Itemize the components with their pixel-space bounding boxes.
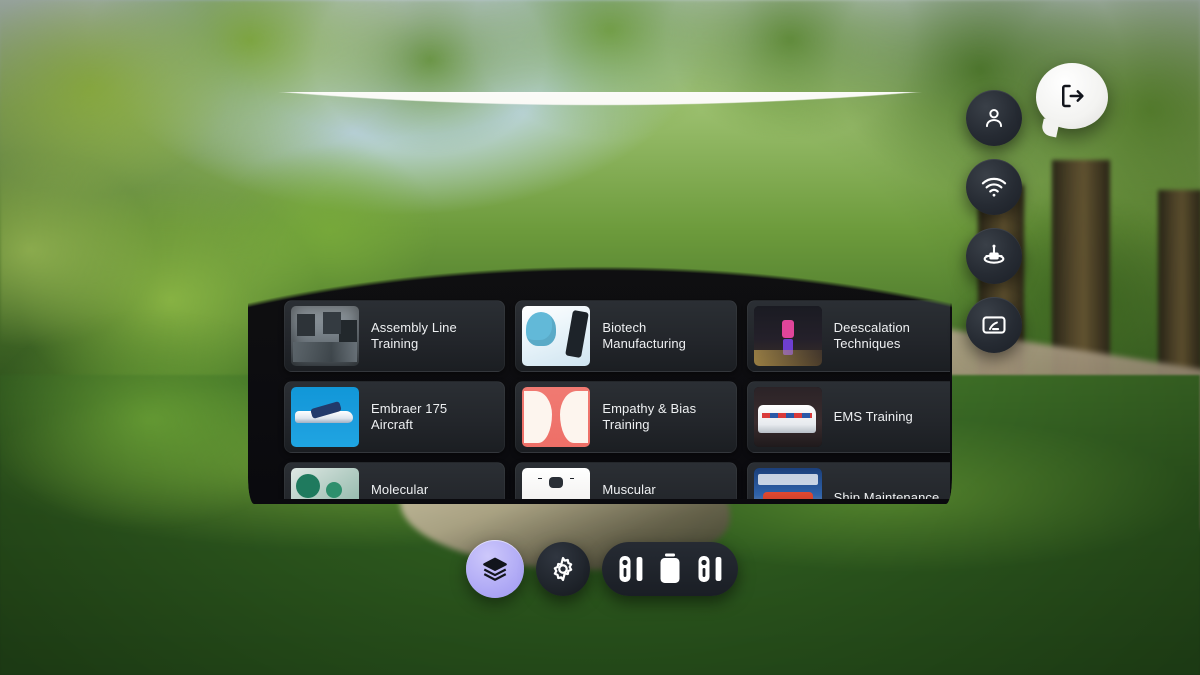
app-tile[interactable]: EMS Training bbox=[746, 381, 950, 453]
deescalation-techniques-thumbnail bbox=[753, 306, 822, 366]
header-actions: 4:48 pm bbox=[845, 122, 942, 144]
app-tile-label: MolecularVisualization bbox=[371, 482, 445, 499]
app-tile-label-line2: Training bbox=[371, 336, 419, 351]
app-tile-label-line1: EMS Training bbox=[833, 408, 913, 424]
app-tile-label-line1: Assembly Line bbox=[371, 319, 457, 335]
layers-button[interactable] bbox=[466, 540, 524, 598]
app-tile[interactable]: Biotech Manufacturing bbox=[515, 300, 737, 372]
bottom-dock bbox=[466, 540, 738, 598]
app-tile-label-line1: Muscular bbox=[602, 481, 656, 497]
xr-home-screen: Assembly Line Training Biotech Manufacturin… bbox=[0, 0, 1200, 675]
cast-icon bbox=[982, 316, 1006, 334]
right-controller-glyph bbox=[698, 556, 710, 582]
app-tile-label-line1: Empathy & Bias bbox=[602, 400, 697, 416]
wifi-icon bbox=[981, 177, 1007, 197]
left-controller-battery-icon bbox=[618, 554, 643, 584]
person-icon bbox=[985, 109, 1003, 128]
right-controller-battery-level bbox=[715, 557, 722, 581]
thumbnail-art bbox=[291, 306, 359, 366]
app-tile-label: Biotech Manufacturing bbox=[602, 320, 686, 352]
status-button-cast[interactable] bbox=[966, 297, 1022, 353]
clock: 4:48 pm bbox=[887, 125, 942, 141]
app-tile-label: Deescalation Techniques bbox=[834, 320, 910, 352]
left-controller-battery-level bbox=[636, 557, 643, 581]
embraer-175-thumbnail bbox=[291, 387, 359, 447]
page-title: Applications bbox=[553, 148, 647, 165]
app-tile[interactable]: Assembly Line Training bbox=[284, 300, 506, 372]
status-button-device[interactable] bbox=[966, 228, 1022, 284]
right-controller-battery-icon bbox=[697, 554, 722, 584]
app-tile-label-line2: Dystrophy Rehab bbox=[602, 498, 704, 499]
headset-glyph bbox=[660, 553, 680, 583]
molecular-visualization-thumbnail bbox=[291, 468, 359, 499]
search-icon[interactable] bbox=[845, 122, 867, 144]
app-tile-label-line2: Techniques bbox=[833, 336, 901, 351]
app-tile[interactable]: MolecularVisualization bbox=[284, 462, 506, 499]
app-tile[interactable]: Empathy & Bias Training bbox=[515, 381, 737, 453]
empathy-bias-thumbnail bbox=[522, 387, 591, 447]
headset-battery-icon bbox=[659, 553, 681, 585]
thumbnail-art bbox=[522, 468, 591, 499]
settings-button[interactable] bbox=[536, 542, 590, 596]
app-tile-label-line2: Manufacturing bbox=[602, 336, 687, 351]
gear-icon bbox=[553, 556, 573, 582]
app-tile-label-line1: Molecular bbox=[371, 481, 429, 497]
assembly-line-thumbnail bbox=[291, 306, 359, 366]
app-tile-label: Empathy & Bias Training bbox=[602, 401, 696, 433]
brand: Your XR Company bbox=[257, 105, 441, 145]
ems-training-thumbnail bbox=[753, 387, 822, 447]
app-tile[interactable]: Deescalation Techniques bbox=[746, 300, 950, 372]
applications-panel: Assembly Line Training Biotech Manufacturin… bbox=[240, 92, 960, 512]
app-tile[interactable]: MuscularDystrophy Rehab bbox=[515, 462, 737, 499]
panel-header: Your XR Company Applications 4:48 pm bbox=[240, 92, 960, 176]
layers-icon bbox=[483, 557, 507, 581]
status-button-column bbox=[966, 90, 1022, 353]
app-tile-label: MuscularDystrophy Rehab bbox=[602, 482, 704, 499]
app-grid: Assembly Line Training Biotech Manufacturin… bbox=[284, 300, 950, 499]
app-tile-label: Ship Maintenance bbox=[834, 490, 940, 499]
app-tile-label-line2: Aircraft bbox=[371, 417, 413, 432]
thumbnail-art bbox=[753, 387, 822, 447]
battery-status-group[interactable] bbox=[602, 542, 738, 596]
thumbnail-art bbox=[522, 387, 591, 447]
left-controller-glyph bbox=[619, 556, 631, 582]
status-button-account[interactable] bbox=[966, 90, 1022, 146]
app-tile-label: EMS Training bbox=[834, 409, 913, 425]
exit-button[interactable] bbox=[1036, 63, 1108, 129]
app-tile-label-line1: Biotech bbox=[602, 319, 647, 335]
thumbnail-art bbox=[291, 468, 359, 499]
app-tile-label: Embraer 175 Aircraft bbox=[371, 401, 447, 433]
thumbnail-art bbox=[753, 306, 822, 366]
app-tile-label-line2: Visualization bbox=[371, 498, 445, 499]
app-tile[interactable]: Ship Maintenance bbox=[746, 462, 950, 499]
app-tile-label: Assembly Line Training bbox=[371, 320, 457, 352]
app-tile-label-line1: Ship Maintenance bbox=[833, 489, 940, 499]
app-tile[interactable]: Embraer 175 Aircraft bbox=[284, 381, 506, 453]
brand-swirl-logo bbox=[257, 105, 297, 145]
app-tile-label-line2: Training bbox=[602, 417, 650, 432]
thumbnail-art bbox=[522, 306, 591, 366]
thumbnail-art bbox=[753, 468, 822, 499]
exit-icon bbox=[1062, 84, 1084, 108]
thumbnail-art bbox=[291, 387, 359, 447]
biotech-manufacturing-thumbnail bbox=[522, 306, 591, 366]
brand-name: Your XR Company bbox=[304, 116, 441, 133]
app-tile-label-line1: Embraer 175 bbox=[371, 400, 448, 416]
status-button-wifi[interactable] bbox=[966, 159, 1022, 215]
app-grid-viewport[interactable]: Assembly Line Training Biotech Manufacturin… bbox=[266, 222, 950, 499]
app-tile-label-line1: Deescalation bbox=[833, 319, 911, 335]
ship-maintenance-thumbnail bbox=[753, 468, 822, 499]
panel-body: Assembly Line Training Biotech Manufacturin… bbox=[248, 144, 952, 504]
device-icon bbox=[983, 244, 1005, 264]
muscular-dystrophy-thumbnail bbox=[522, 468, 591, 499]
